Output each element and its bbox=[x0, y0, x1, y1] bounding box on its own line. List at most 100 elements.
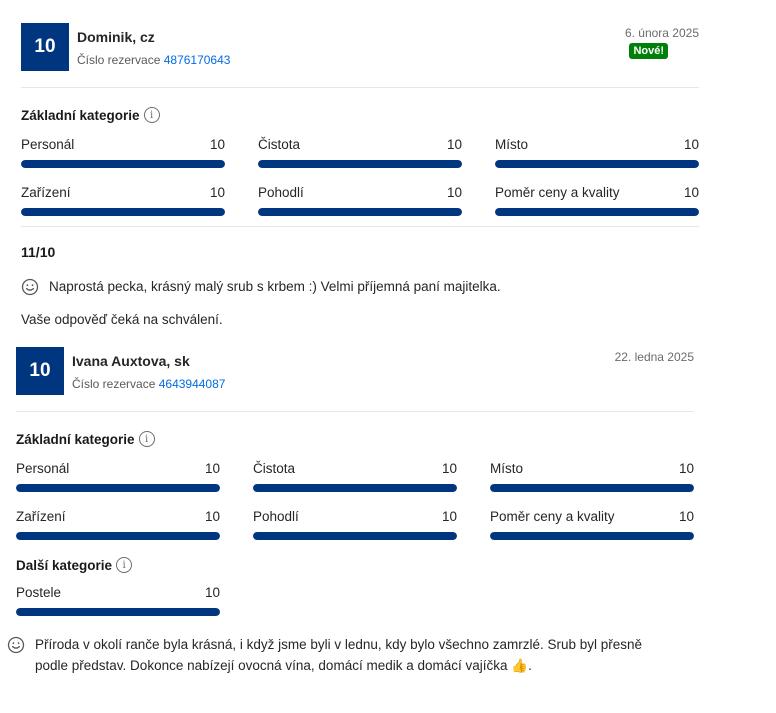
category-bar bbox=[490, 484, 694, 492]
extra-categories-heading: Další kategorie i bbox=[16, 556, 700, 574]
category-label: Zařízení bbox=[16, 508, 66, 524]
reviewer-name: Dominik, cz bbox=[77, 29, 155, 45]
category-bar bbox=[16, 608, 220, 616]
category-row: Místo 10 bbox=[490, 458, 694, 478]
review-score: 10 bbox=[16, 347, 64, 395]
category-bar-fill bbox=[490, 532, 694, 540]
category-score: 10 bbox=[683, 184, 699, 200]
category-score: 10 bbox=[446, 136, 462, 152]
review-date: 6. února 2025 bbox=[624, 26, 699, 40]
category-row: Postele 10 bbox=[16, 582, 220, 602]
category-bar-fill bbox=[16, 532, 220, 540]
category-score: 10 bbox=[209, 184, 225, 200]
comment-line: Příroda v okolí ranče byla krásná, i kdy… bbox=[35, 637, 643, 652]
basic-categories-heading: Základní kategorie i bbox=[21, 106, 705, 124]
review-date: 22. ledna 2025 bbox=[614, 350, 694, 364]
category-label: Zařízení bbox=[21, 184, 71, 200]
category-score: 10 bbox=[678, 508, 694, 524]
review-header: 10 Ivana Auxtova, sk Číslo rezervace 464… bbox=[16, 347, 700, 411]
comment-text: Příroda v okolí ranče byla krásná, i kdy… bbox=[35, 634, 642, 676]
divider bbox=[21, 87, 699, 88]
smile-icon bbox=[21, 278, 39, 296]
info-icon[interactable]: i bbox=[143, 107, 160, 123]
reservation-info: Číslo rezervace 4643944087 bbox=[72, 377, 225, 391]
category-row: Pohodlí 10 bbox=[258, 182, 462, 202]
category-score: 10 bbox=[441, 460, 457, 476]
category-bar-fill bbox=[21, 160, 225, 168]
review-title: 11/10 bbox=[21, 244, 56, 260]
category-row: Místo 10 bbox=[495, 134, 699, 154]
category-row: Čistota 10 bbox=[253, 458, 457, 478]
category-label: Personál bbox=[16, 460, 70, 476]
category-bar bbox=[258, 208, 462, 216]
divider bbox=[21, 226, 699, 227]
category-score: 10 bbox=[446, 184, 462, 200]
category-bar bbox=[21, 160, 225, 168]
category-item: Místo 10 bbox=[495, 134, 699, 170]
category-label: Postele bbox=[16, 584, 62, 600]
category-bar bbox=[253, 484, 457, 492]
category-item: Pohodlí 10 bbox=[258, 182, 462, 218]
category-bar bbox=[21, 208, 225, 216]
reservation-label: Číslo rezervace bbox=[77, 53, 161, 67]
category-score: 10 bbox=[204, 584, 220, 600]
category-item: Poměr ceny a kvality 10 bbox=[495, 182, 699, 218]
category-item: Místo 10 bbox=[490, 458, 694, 494]
category-label: Čistota bbox=[253, 460, 296, 476]
extra-category-grid: Postele 10 bbox=[16, 582, 700, 618]
category-bar bbox=[16, 532, 220, 540]
category-item: Zařízení 10 bbox=[21, 182, 225, 218]
category-score: 10 bbox=[441, 508, 457, 524]
category-score: 10 bbox=[204, 460, 220, 476]
info-icon[interactable]: i bbox=[116, 557, 133, 573]
category-label: Pohodlí bbox=[258, 184, 304, 200]
new-badge: Nové! bbox=[629, 43, 668, 59]
review-card: 10 Ivana Auxtova, sk Číslo rezervace 464… bbox=[7, 347, 700, 676]
category-row: Poměr ceny a kvality 10 bbox=[495, 182, 699, 202]
basic-categories-title: Základní kategorie bbox=[16, 431, 135, 447]
divider bbox=[16, 411, 694, 412]
comment-text: Naprostá pecka, krásný malý srub s krbem… bbox=[49, 279, 501, 294]
category-item: Poměr ceny a kvality 10 bbox=[490, 506, 694, 542]
category-score: 10 bbox=[204, 508, 220, 524]
review-header: 10 Dominik, cz Číslo rezervace 487617064… bbox=[21, 23, 705, 87]
category-score: 10 bbox=[678, 460, 694, 476]
basic-categories-heading: Základní kategorie i bbox=[16, 430, 700, 448]
category-row: Zařízení 10 bbox=[16, 506, 220, 526]
category-item: Pohodlí 10 bbox=[253, 506, 457, 542]
review-score: 10 bbox=[21, 23, 69, 71]
review-card: 10 Dominik, cz Číslo rezervace 487617064… bbox=[21, 23, 705, 327]
category-item: Čistota 10 bbox=[258, 134, 462, 170]
category-row: Personál 10 bbox=[21, 134, 225, 154]
category-bar bbox=[253, 532, 457, 540]
reservation-number-link[interactable]: 4876170643 bbox=[164, 53, 231, 67]
category-grid: Personál 10 Čistota 10 Místo 10 Zařízení 10 Poho… bbox=[21, 134, 705, 218]
category-bar-fill bbox=[253, 484, 457, 492]
reviewer-name: Ivana Auxtova, sk bbox=[72, 353, 190, 369]
category-bar-fill bbox=[253, 532, 457, 540]
category-bar-fill bbox=[495, 208, 699, 216]
category-bar bbox=[490, 532, 694, 540]
category-label: Poměr ceny a kvality bbox=[495, 184, 620, 200]
category-bar-fill bbox=[258, 208, 462, 216]
category-bar-fill bbox=[16, 608, 220, 616]
review-comment: Příroda v okolí ranče byla krásná, i kdy… bbox=[7, 634, 700, 676]
reservation-info: Číslo rezervace 4876170643 bbox=[77, 53, 230, 67]
reservation-number-link[interactable]: 4643944087 bbox=[159, 377, 226, 391]
category-label: Personál bbox=[21, 136, 75, 152]
category-row: Pohodlí 10 bbox=[253, 506, 457, 526]
extra-categories-title: Další kategorie bbox=[16, 557, 113, 573]
category-grid: Personál 10 Čistota 10 Místo 10 Zařízení 10 Poho… bbox=[16, 458, 700, 542]
category-bar bbox=[258, 160, 462, 168]
reservation-label: Číslo rezervace bbox=[72, 377, 156, 391]
review-comment: Naprostá pecka, krásný malý srub s krbem… bbox=[21, 276, 705, 297]
category-row: Zařízení 10 bbox=[21, 182, 225, 202]
category-label: Místo bbox=[495, 136, 529, 152]
category-score: 10 bbox=[209, 136, 225, 152]
category-item: Postele 10 bbox=[16, 582, 220, 618]
category-label: Pohodlí bbox=[253, 508, 299, 524]
info-icon[interactable]: i bbox=[138, 431, 155, 447]
category-label: Poměr ceny a kvality bbox=[490, 508, 615, 524]
category-bar bbox=[495, 160, 699, 168]
category-bar bbox=[495, 208, 699, 216]
